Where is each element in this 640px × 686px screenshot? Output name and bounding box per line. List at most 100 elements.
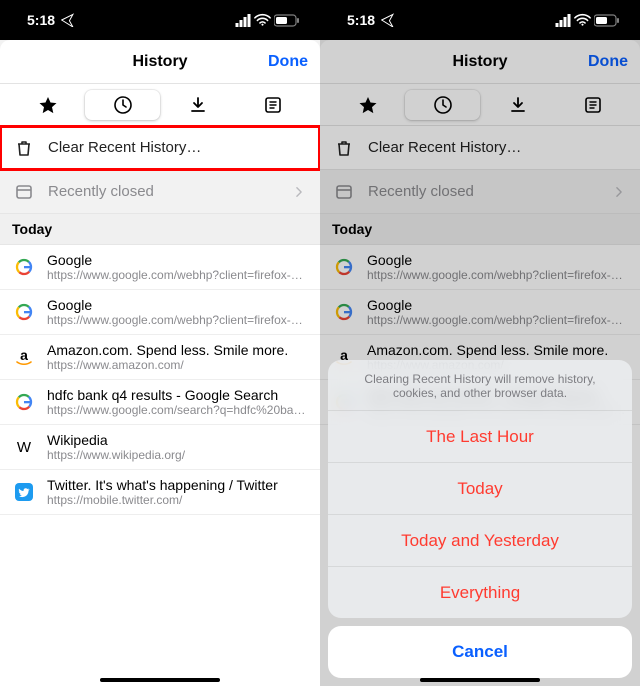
chevron-right-icon [612, 182, 626, 202]
battery-icon [594, 14, 620, 27]
history-entry[interactable]: Amazon.com. Spend less. Smile more.https… [0, 335, 320, 380]
entry-url: https://www.google.com/webhp?client=fire… [47, 268, 306, 282]
history-panel: History Done Clear Recent History… Recen… [0, 40, 320, 686]
clock-icon [433, 95, 453, 115]
entry-text: Googlehttps://www.google.com/webhp?clien… [47, 297, 306, 327]
recently-closed-label: Recently closed [48, 183, 278, 200]
favicon-google [334, 257, 354, 277]
battery-icon [274, 14, 300, 27]
entry-title: Google [47, 297, 306, 313]
status-time: 5:18 [347, 12, 375, 28]
history-entry[interactable]: hdfc bank q4 results - Google Searchhttp… [0, 380, 320, 425]
tab-reading-list [555, 90, 630, 120]
entry-text: Wikipediahttps://www.wikipedia.org/ [47, 432, 185, 462]
screenshot-left: 5:18 History Done Clear Recent History… … [0, 0, 320, 686]
section-today: Today [320, 214, 640, 245]
home-indicator[interactable] [100, 678, 220, 682]
status-bar: 5:18 [320, 0, 640, 40]
history-entry[interactable]: Googlehttps://www.google.com/webhp?clien… [0, 290, 320, 335]
star-icon [358, 95, 378, 115]
library-tabs [320, 84, 640, 126]
entry-title: Wikipedia [47, 432, 185, 448]
action-sheet-card: Clearing Recent History will remove hist… [328, 360, 632, 618]
entry-text: hdfc bank q4 results - Google Searchhttp… [47, 387, 306, 417]
tab-icon [14, 182, 34, 202]
download-icon [508, 95, 528, 115]
entry-title: Google [47, 252, 306, 268]
done-button[interactable]: Done [268, 53, 308, 71]
favicon-google [14, 392, 34, 412]
entry-url: https://mobile.twitter.com/ [47, 493, 278, 507]
entry-url: https://www.wikipedia.org/ [47, 448, 185, 462]
entry-title: hdfc bank q4 results - Google Search [47, 387, 306, 403]
signal-icon [555, 14, 571, 27]
clear-history-row[interactable]: Clear Recent History… [0, 126, 320, 170]
entry-text: Googlehttps://www.google.com/webhp?clien… [367, 297, 626, 327]
clear-history-label: Clear Recent History… [48, 139, 306, 156]
clear-today-button[interactable]: Today [328, 462, 632, 514]
status-bar: 5:18 [0, 0, 320, 40]
history-entry[interactable]: Googlehttps://www.google.com/webhp?clien… [0, 245, 320, 290]
clear-today-yesterday-button[interactable]: Today and Yesterday [328, 514, 632, 566]
history-entry[interactable]: Twitter. It's what's happening / Twitter… [0, 470, 320, 515]
signal-icon [235, 14, 251, 27]
recently-closed-row[interactable]: Recently closed [0, 170, 320, 214]
entry-url: https://www.google.com/search?q=hdfc%20b… [47, 403, 306, 417]
recently-closed-row: Recently closed [320, 170, 640, 214]
tab-history[interactable] [85, 90, 160, 120]
screenshot-right: 5:18 History Done Clear Recent History… … [320, 0, 640, 686]
status-time: 5:18 [27, 12, 55, 28]
entry-text: Twitter. It's what's happening / Twitter… [47, 477, 278, 507]
done-button: Done [588, 53, 628, 71]
action-sheet: Clearing Recent History will remove hist… [328, 360, 632, 678]
favicon-google [14, 257, 34, 277]
cancel-button[interactable]: Cancel [328, 626, 632, 678]
entry-url: https://www.google.com/webhp?client=fire… [367, 313, 626, 327]
clear-everything-button[interactable]: Everything [328, 566, 632, 618]
section-today: Today [0, 214, 320, 245]
tab-bookmarks[interactable] [10, 90, 85, 120]
tab-history [405, 90, 480, 120]
clear-history-row: Clear Recent History… [320, 126, 640, 170]
entry-title: Google [367, 252, 626, 268]
entry-url: https://www.google.com/webhp?client=fire… [367, 268, 626, 282]
trash-icon [334, 138, 354, 158]
wifi-icon [254, 13, 271, 27]
entry-text: Googlehttps://www.google.com/webhp?clien… [367, 252, 626, 282]
reading-list-icon [583, 95, 603, 115]
recently-closed-label: Recently closed [368, 183, 598, 200]
tab-downloads[interactable] [160, 90, 235, 120]
location-icon [381, 13, 395, 27]
download-icon [188, 95, 208, 115]
entry-url: https://www.amazon.com/ [47, 358, 288, 372]
tab-reading-list[interactable] [235, 90, 310, 120]
home-indicator[interactable] [420, 678, 540, 682]
entry-title: Amazon.com. Spend less. Smile more. [367, 342, 608, 358]
star-icon [38, 95, 58, 115]
panel-title: History [320, 53, 640, 71]
location-icon [61, 13, 75, 27]
favicon-twitter [14, 482, 34, 502]
favicon-amazon [14, 347, 34, 367]
tab-bookmarks [330, 90, 405, 120]
history-entry[interactable]: Googlehttps://www.google.com/webhp?clien… [320, 290, 640, 335]
entry-title: Google [367, 297, 626, 313]
entry-title: Twitter. It's what's happening / Twitter [47, 477, 278, 493]
history-entry[interactable]: Googlehttps://www.google.com/webhp?clien… [320, 245, 640, 290]
library-tabs [0, 84, 320, 126]
chevron-right-icon [292, 182, 306, 202]
entry-text: Amazon.com. Spend less. Smile more.https… [47, 342, 288, 372]
history-entry[interactable]: Wikipediahttps://www.wikipedia.org/ [0, 425, 320, 470]
favicon-google [14, 302, 34, 322]
clear-history-label: Clear Recent History… [368, 139, 626, 156]
tab-downloads [480, 90, 555, 120]
history-list: Googlehttps://www.google.com/webhp?clien… [0, 245, 320, 515]
entry-text: Googlehttps://www.google.com/webhp?clien… [47, 252, 306, 282]
entry-title: Amazon.com. Spend less. Smile more. [47, 342, 288, 358]
entry-url: https://www.google.com/webhp?client=fire… [47, 313, 306, 327]
clear-last-hour-button[interactable]: The Last Hour [328, 410, 632, 462]
action-sheet-message: Clearing Recent History will remove hist… [328, 360, 632, 410]
tab-icon [334, 182, 354, 202]
favicon-wikipedia [14, 437, 34, 457]
panel-header: History Done [320, 40, 640, 84]
